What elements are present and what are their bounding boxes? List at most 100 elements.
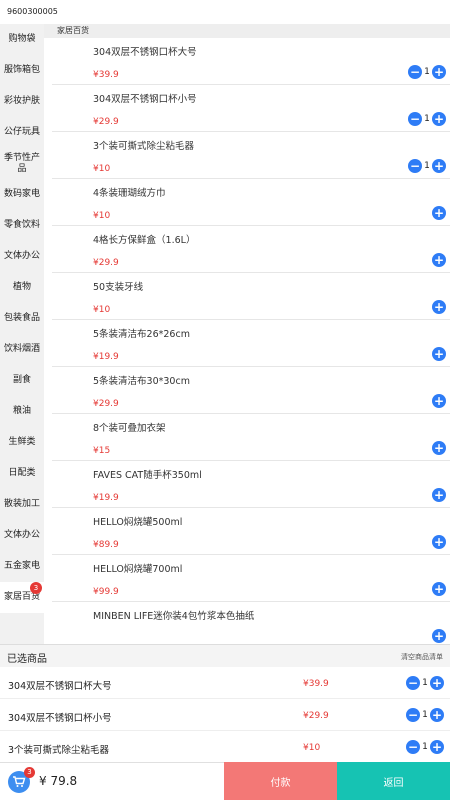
quantity-value: 1 — [422, 678, 428, 688]
sidebar-item[interactable]: 粮油 — [0, 396, 44, 427]
plus-icon[interactable]: + — [432, 206, 446, 220]
sidebar-item[interactable]: 服饰箱包 — [0, 55, 44, 86]
sidebar-item[interactable]: 副食 — [0, 365, 44, 396]
quantity-control: −1 + — [408, 112, 446, 126]
sidebar-item[interactable]: 包装食品 — [0, 303, 44, 334]
quantity-control: + — [432, 582, 446, 596]
selected-item-price: ¥29.9 — [303, 711, 329, 721]
product-name: 50支装牙线 — [93, 282, 144, 293]
quantity-control: + — [432, 394, 446, 408]
plus-icon[interactable]: + — [430, 740, 444, 754]
product-price: ¥99.9 — [93, 587, 119, 597]
product-price: ¥29.9 — [93, 117, 119, 127]
sidebar-item[interactable]: 饮料烟酒 — [0, 334, 44, 365]
minus-icon[interactable]: − — [406, 676, 420, 690]
sidebar-item-label: 五金家电 — [3, 561, 40, 571]
plus-icon[interactable]: + — [432, 65, 446, 79]
quantity-control: + — [432, 629, 446, 643]
plus-icon[interactable]: + — [432, 347, 446, 361]
product-name: 5条装清洁布26*26cm — [93, 329, 190, 340]
product-name: HELLO焖烧罐700ml — [93, 564, 183, 575]
plus-icon[interactable]: + — [432, 629, 446, 643]
sidebar-item[interactable]: 五金家电 — [0, 551, 44, 582]
selected-item-name: 304双层不锈钢口杯大号 — [8, 681, 112, 692]
quantity-control: + — [432, 300, 446, 314]
minus-icon[interactable]: − — [408, 65, 422, 79]
minus-icon[interactable]: − — [406, 708, 420, 722]
quantity-control: + — [432, 253, 446, 267]
selected-item-row: 304双层不锈钢口杯小号 ¥29.9 −1 + — [0, 699, 450, 731]
sidebar-item[interactable]: 文体办公 — [0, 520, 44, 551]
selected-item-name: 304双层不锈钢口杯小号 — [8, 713, 112, 724]
plus-icon[interactable]: + — [430, 676, 444, 690]
sidebar-item-label: 公仔玩具 — [3, 127, 40, 137]
quantity-value: 1 — [422, 710, 428, 720]
product-row: 4条装珊瑚绒方巾 ¥10 + — [52, 179, 450, 226]
sidebar-item[interactable]: 彩妆护肤 — [0, 86, 44, 117]
sidebar-item[interactable]: 植物 — [0, 272, 44, 303]
product-name: 304双层不锈钢口杯小号 — [93, 94, 197, 105]
bottom-bar: 3 ¥ 79.8 付款 返回 — [0, 762, 450, 800]
sidebar-item[interactable]: 数码家电 — [0, 179, 44, 210]
product-name: MINBEN LIFE迷你装4包竹浆本色抽纸 — [93, 611, 255, 622]
plus-icon[interactable]: + — [432, 253, 446, 267]
plus-icon[interactable]: + — [432, 159, 446, 173]
back-button[interactable]: 返回 — [337, 762, 450, 800]
sidebar-item[interactable]: 季节性产品 — [0, 148, 44, 179]
sidebar-item-label: 植物 — [12, 282, 31, 292]
product-row: MINBEN LIFE迷你装4包竹浆本色抽纸 + — [52, 602, 450, 644]
selected-list: 304双层不锈钢口杯大号 ¥39.9−1 +304双层不锈钢口杯小号 ¥29.9−1 +… — [0, 667, 450, 763]
product-row: 304双层不锈钢口杯小号 ¥29.9 −1 + — [52, 85, 450, 132]
product-row: 5条装清洁布30*30cm ¥29.9 + — [52, 367, 450, 414]
selected-items-panel: 已选商品 清空商品清单 304双层不锈钢口杯大号 ¥39.9−1 +304双层不锈钢… — [0, 644, 450, 763]
quantity-control: −1 + — [406, 676, 444, 690]
product-price: ¥29.9 — [93, 258, 119, 268]
sidebar-item[interactable]: 家居百货 3 — [0, 582, 44, 613]
plus-icon[interactable]: + — [432, 300, 446, 314]
sidebar-item-label: 饮料烟酒 — [3, 344, 40, 354]
store-code: 9600300005 — [0, 0, 450, 24]
product-row: 5条装清洁布26*26cm ¥19.9 + — [52, 320, 450, 367]
product-price: ¥10 — [93, 211, 111, 221]
selected-header: 已选商品 清空商品清单 — [0, 645, 450, 667]
product-price: ¥15 — [93, 446, 111, 456]
product-price: ¥29.9 — [93, 399, 119, 409]
pay-button[interactable]: 付款 — [224, 762, 337, 800]
plus-icon[interactable]: + — [432, 112, 446, 126]
minus-icon[interactable]: − — [408, 112, 422, 126]
product-price: ¥19.9 — [93, 352, 119, 362]
product-name: 4格长方保鲜盒（1.6L） — [93, 235, 196, 246]
plus-icon[interactable]: + — [432, 488, 446, 502]
plus-icon[interactable]: + — [432, 441, 446, 455]
quantity-value: 1 — [422, 742, 428, 752]
plus-icon[interactable]: + — [432, 535, 446, 549]
sidebar-item[interactable]: 购物袋 — [0, 24, 44, 55]
product-name: 3个装可撕式除尘粘毛器 — [93, 141, 195, 152]
category-sidebar: 购物袋 服饰箱包 彩妆护肤 公仔玩具 季节性产品 数码家电 零食饮料 文体办公 植物 包装食品 饮料… — [0, 24, 44, 644]
plus-icon[interactable]: + — [432, 394, 446, 408]
sidebar-item[interactable]: 公仔玩具 — [0, 117, 44, 148]
quantity-control: + — [432, 347, 446, 361]
product-row: HELLO焖烧罐500ml ¥89.9 + — [52, 508, 450, 555]
minus-icon[interactable]: − — [408, 159, 422, 173]
product-price: ¥39.9 — [93, 70, 119, 80]
sidebar-item-label: 文体办公 — [3, 530, 40, 540]
product-row: HELLO焖烧罐700ml ¥99.9 + — [52, 555, 450, 602]
selected-item-price: ¥39.9 — [303, 679, 329, 689]
category-title: 家居百货 — [44, 24, 450, 38]
sidebar-item[interactable]: 零食饮料 — [0, 210, 44, 241]
quantity-control: −1 + — [406, 740, 444, 754]
sidebar-item[interactable]: 散装加工 — [0, 489, 44, 520]
sidebar-item[interactable]: 生鲜类 — [0, 427, 44, 458]
minus-icon[interactable]: − — [406, 740, 420, 754]
clear-list-button[interactable]: 清空商品清单 — [401, 652, 443, 662]
product-name: HELLO焖烧罐500ml — [93, 517, 183, 528]
product-list: 304双层不锈钢口杯大号 ¥39.9−1 +304双层不锈钢口杯小号 ¥29.9−1 +… — [44, 38, 450, 644]
sidebar-item-label: 数码家电 — [3, 189, 40, 199]
sidebar-item[interactable]: 日配类 — [0, 458, 44, 489]
plus-icon[interactable]: + — [430, 708, 444, 722]
sidebar-item-label: 文体办公 — [3, 251, 40, 261]
sidebar-item-label: 包装食品 — [3, 313, 40, 323]
sidebar-item[interactable]: 文体办公 — [0, 241, 44, 272]
plus-icon[interactable]: + — [432, 582, 446, 596]
